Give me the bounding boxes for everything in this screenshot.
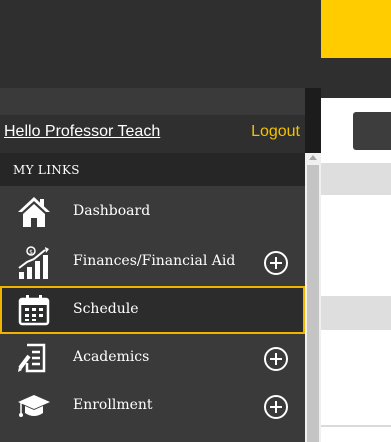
content-band: [321, 163, 391, 195]
academics-icon: [17, 342, 51, 374]
content-band: [321, 296, 391, 330]
expand-plus-icon[interactable]: [263, 346, 289, 372]
sidebar-item-label: Finances/Financial Aid: [73, 253, 236, 269]
finance-chart-icon: $: [17, 246, 51, 279]
home-icon: [17, 196, 51, 228]
sidebar-scrollbar[interactable]: [305, 153, 321, 442]
section-header-my-links: MY LINKS: [0, 153, 305, 186]
graduation-cap-icon: [17, 390, 51, 422]
sidebar-item-label: Academics: [73, 349, 150, 365]
header-strip: [321, 58, 391, 98]
expand-plus-icon[interactable]: [263, 394, 289, 420]
expand-plus-icon[interactable]: [263, 250, 289, 276]
scroll-up-arrow-icon[interactable]: [309, 155, 317, 160]
svg-text:$: $: [29, 249, 33, 256]
sidebar-item-enrollment[interactable]: Enrollment: [0, 382, 305, 430]
profile-link[interactable]: Hello Professor Teach: [4, 123, 160, 141]
brand-banner: [321, 0, 391, 58]
content-divider: [321, 425, 391, 427]
sidebar-item-label: Enrollment: [73, 397, 153, 413]
scroll-thumb[interactable]: [307, 165, 319, 442]
sidebar-item-schedule[interactable]: Schedule: [0, 286, 305, 334]
sidebar-item-label: Dashboard: [73, 203, 151, 219]
sidebar-item-finances[interactable]: $ Finances/Financial Aid: [0, 238, 305, 286]
logout-link[interactable]: Logout: [251, 123, 300, 141]
calendar-icon: [17, 294, 51, 326]
section-title: MY LINKS: [13, 163, 80, 177]
sidebar-item-academics[interactable]: Academics: [0, 334, 305, 382]
sidebar: Hello Professor Teach Logout MY LINKS Da…: [0, 0, 305, 442]
sidebar-item-label: Schedule: [73, 301, 139, 317]
content-button[interactable]: [353, 112, 391, 150]
sidebar-header: [0, 0, 305, 88]
greeting-row: Hello Professor Teach Logout: [0, 115, 305, 153]
sidebar-item-dashboard[interactable]: Dashboard: [0, 188, 305, 236]
